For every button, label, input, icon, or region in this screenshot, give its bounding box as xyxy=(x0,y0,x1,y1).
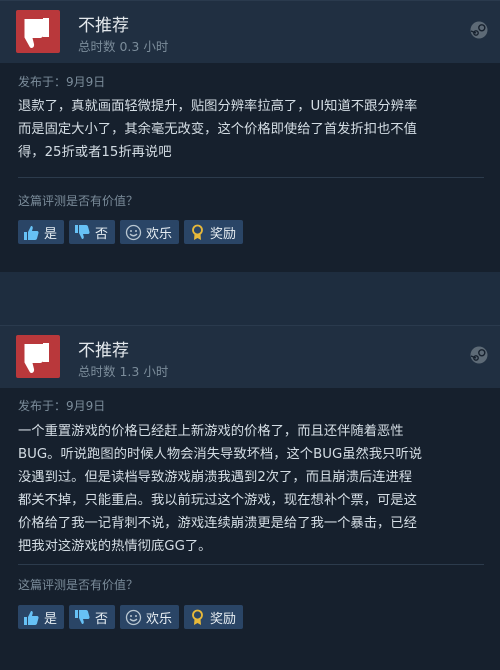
vote-no-label: 否 xyxy=(95,226,109,242)
steam-logo-icon xyxy=(470,346,488,364)
review-hours: 总时数 1.3 小时 xyxy=(78,364,169,379)
divider xyxy=(18,564,484,565)
vote-buttons: 是 否 欢乐 奖励 xyxy=(18,605,244,629)
award-label: 奖励 xyxy=(210,611,237,627)
award-icon xyxy=(192,609,203,625)
thumbs-down-icon xyxy=(75,609,90,624)
steam-logo-icon xyxy=(470,21,488,39)
vote-funny-button[interactable]: 欢乐 xyxy=(120,220,180,244)
review-header: 不推荐 总时数 1.3 小时 xyxy=(0,326,500,388)
award-button[interactable]: 奖励 xyxy=(184,220,244,244)
vote-yes-label: 是 xyxy=(44,611,58,627)
vote-no-label: 否 xyxy=(95,611,109,627)
review-body: 一个重置游戏的价格已经赶上新游戏的价格了，而且还伴随着恶性 BUG。听说跑图的时… xyxy=(18,424,423,554)
thumbs-down-icon xyxy=(16,335,60,378)
vote-no-button[interactable]: 否 xyxy=(69,220,116,244)
thumbs-up-icon xyxy=(24,610,39,625)
review-body: 退款了，真就画面轻微提升，贴图分辨率拉高了，UI知道不跟分辨率 而是固定大小了，… xyxy=(18,99,418,160)
award-label: 奖励 xyxy=(210,226,237,242)
review-date: 发布于：9月9日 xyxy=(18,399,106,413)
vote-no-button[interactable]: 否 xyxy=(69,605,116,629)
review-card: 不推荐 总时数 0.3 小时 发布于：9月9日 退款了，真就画面轻微提升，贴图分… xyxy=(0,0,500,272)
award-button[interactable]: 奖励 xyxy=(184,605,244,629)
helpful-question: 这篇评测是否有价值？ xyxy=(18,578,139,592)
review-header: 不推荐 总时数 0.3 小时 xyxy=(0,1,500,63)
thumbs-down-icon xyxy=(75,224,90,239)
thumbs-up-icon xyxy=(24,225,39,240)
review-verdict: 不推荐 xyxy=(78,341,129,361)
divider xyxy=(18,177,484,178)
vote-funny-label: 欢乐 xyxy=(146,226,173,242)
review-card: 不推荐 总时数 1.3 小时 发布于：9月9日 一个重置游戏的价格已经赶上新游戏… xyxy=(0,325,500,670)
award-icon xyxy=(192,224,203,240)
vote-yes-button[interactable]: 是 xyxy=(18,605,65,629)
smiley-icon xyxy=(125,609,142,625)
review-date: 发布于：9月9日 xyxy=(18,75,106,89)
smiley-icon xyxy=(125,224,142,240)
vote-funny-label: 欢乐 xyxy=(146,611,173,627)
review-verdict: 不推荐 xyxy=(78,16,129,36)
review-hours: 总时数 0.3 小时 xyxy=(78,39,169,54)
vote-yes-label: 是 xyxy=(44,226,58,242)
vote-buttons: 是 否 欢乐 奖励 xyxy=(18,220,244,244)
review-separator xyxy=(0,271,500,325)
vote-yes-button[interactable]: 是 xyxy=(18,220,65,244)
thumbs-down-icon xyxy=(16,10,60,53)
vote-funny-button[interactable]: 欢乐 xyxy=(120,605,180,629)
helpful-question: 这篇评测是否有价值？ xyxy=(18,194,139,208)
